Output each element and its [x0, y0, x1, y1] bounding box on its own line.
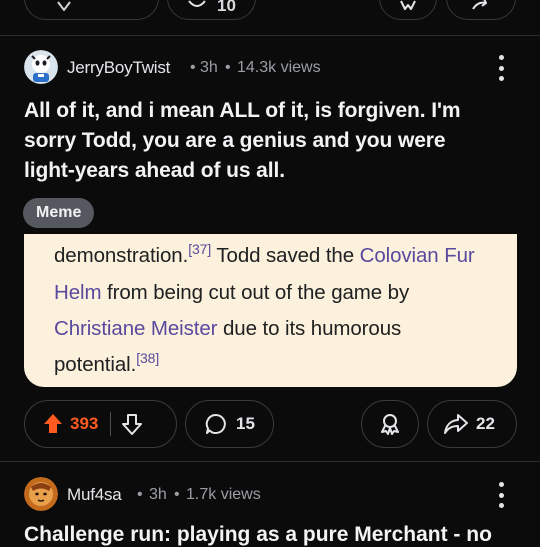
wiki-link: Colovian Fur — [359, 244, 475, 267]
prev-vote-pill[interactable] — [24, 0, 159, 20]
post-image[interactable]: demonstration.[37] Todd saved the Colovi… — [24, 234, 517, 387]
excerpt-text: potential. — [54, 353, 137, 376]
share-count: 22 — [476, 414, 495, 433]
excerpt-line: Helm from being cut out of the game by — [54, 275, 517, 311]
award-button[interactable] — [361, 400, 419, 448]
post-title[interactable]: Challenge run: playing as a pure Merchan… — [24, 523, 524, 547]
meta-dot: • — [137, 486, 143, 503]
vote-pill: 393 — [24, 400, 177, 448]
excerpt-text: demonstration. — [54, 244, 189, 267]
excerpt-line: potential.[38] — [54, 347, 517, 384]
excerpt-line: Christiane Meister due to its humorous — [54, 311, 517, 347]
meta-dot: • — [174, 486, 180, 503]
share-arrow-icon — [470, 0, 492, 13]
award-ribbon-icon — [397, 0, 419, 13]
prev-comment-pill[interactable]: 10 — [167, 0, 256, 20]
post-divider — [0, 35, 540, 36]
citation-ref: [37] — [188, 241, 212, 257]
meta-dot: • — [190, 59, 196, 76]
speech-bubble-icon — [187, 0, 207, 13]
kebab-menu-icon[interactable] — [495, 55, 507, 81]
post-author[interactable]: JerryBoyTwist — [67, 58, 170, 78]
view-count: 1.7k views — [186, 486, 261, 503]
citation-ref: [38] — [136, 350, 160, 366]
speech-bubble-icon — [204, 412, 228, 436]
title-line: light-years ahead of us all. — [24, 159, 285, 182]
wiki-link: Helm — [54, 281, 102, 304]
post-divider — [0, 461, 540, 462]
meta-dot: • — [225, 59, 231, 76]
post-author[interactable]: Muf4sa — [67, 485, 122, 505]
comment-count: 15 — [236, 414, 255, 433]
title-line: All of it, and i mean ALL of it, is forg… — [24, 99, 461, 122]
excerpt-text: from being cut out of the game by — [101, 281, 410, 304]
avatar[interactable] — [24, 477, 58, 511]
title-line: sorry Todd, you are a genius and you wer… — [24, 129, 446, 152]
share-button[interactable]: 22 — [427, 400, 517, 448]
wiki-link: Christiane Meister — [54, 317, 218, 340]
prev-share-pill[interactable] — [446, 0, 516, 20]
upvote-arrow-icon — [55, 0, 73, 14]
post-age: 3h — [200, 59, 218, 76]
upvote-count: 393 — [70, 414, 99, 433]
vote-separator — [110, 412, 112, 436]
award-ribbon-icon — [378, 412, 402, 436]
downvote-arrow-icon[interactable] — [121, 412, 143, 436]
kebab-menu-icon[interactable] — [495, 482, 507, 508]
post-age: 3h — [149, 486, 167, 503]
share-arrow-icon — [442, 412, 470, 436]
prev-award-pill[interactable] — [379, 0, 437, 20]
prev-comment-count: 10 — [217, 0, 236, 15]
upvote-arrow-icon[interactable] — [42, 412, 64, 436]
comment-button[interactable]: 15 — [185, 400, 274, 448]
post-flair[interactable]: Meme — [23, 198, 95, 228]
view-count: 14.3k views — [237, 59, 321, 76]
post-title[interactable]: All of it, and i mean ALL of it, is forg… — [24, 96, 514, 186]
excerpt-text: Todd saved the — [211, 244, 360, 267]
excerpt-text: due to its humorous — [217, 317, 402, 340]
excerpt-line: demonstration.[37] Todd saved the Colovi… — [54, 238, 517, 275]
avatar[interactable] — [24, 50, 58, 84]
